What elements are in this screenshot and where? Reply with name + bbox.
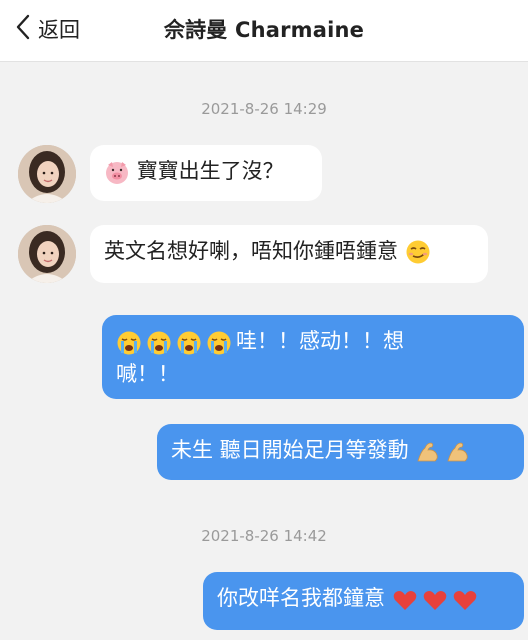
pig-face-icon: [104, 159, 130, 185]
message-text: 英文名想好喇，唔知你鍾唔鍾意: [104, 239, 398, 263]
red-heart-icon: [422, 587, 448, 613]
message-text: 未生 聽日開始足月等發動: [171, 438, 409, 462]
crying-face-icon: [146, 330, 172, 356]
message-text: 你改咩名我都鐘意: [217, 586, 385, 610]
chat-header: 返回 佘詩曼 Charmaine: [0, 0, 528, 62]
message-text-line-1: 哇！！感动！！想: [236, 329, 404, 353]
crying-face-icon: [116, 330, 142, 356]
outgoing-message-bubble[interactable]: 你改咩名我都鐘意: [203, 572, 524, 630]
crying-face-icon: [176, 330, 202, 356]
message-timestamp: 2021-8-26 14:42: [201, 527, 327, 545]
crying-face-icon: [206, 330, 232, 356]
incoming-message-bubble[interactable]: 寶寶出生了沒？: [90, 145, 322, 201]
flexed-biceps-icon: [445, 439, 471, 465]
message-timestamp: 2021-8-26 14:29: [201, 100, 327, 118]
contact-name-title: 佘詩曼 Charmaine: [163, 18, 365, 42]
red-heart-icon: [392, 587, 418, 613]
incoming-message-bubble[interactable]: 英文名想好喇，唔知你鍾唔鍾意: [90, 225, 488, 283]
message-text: 寶寶出生了沒？: [136, 159, 284, 183]
red-heart-icon: [452, 587, 478, 613]
heart-emoji-group: [392, 583, 482, 615]
contact-avatar[interactable]: [18, 225, 76, 283]
smirk-face-icon: [405, 239, 431, 265]
flexed-biceps-icon: [415, 439, 441, 465]
flexed-biceps-emoji-group: [415, 435, 475, 467]
crying-emoji-group: [116, 326, 236, 358]
message-text-line-2: 喊！！: [116, 362, 179, 386]
outgoing-message-bubble[interactable]: 哇！！感动！！想 喊！！: [102, 315, 524, 399]
outgoing-message-bubble[interactable]: 未生 聽日開始足月等發動: [157, 424, 524, 480]
contact-avatar[interactable]: [18, 145, 76, 203]
